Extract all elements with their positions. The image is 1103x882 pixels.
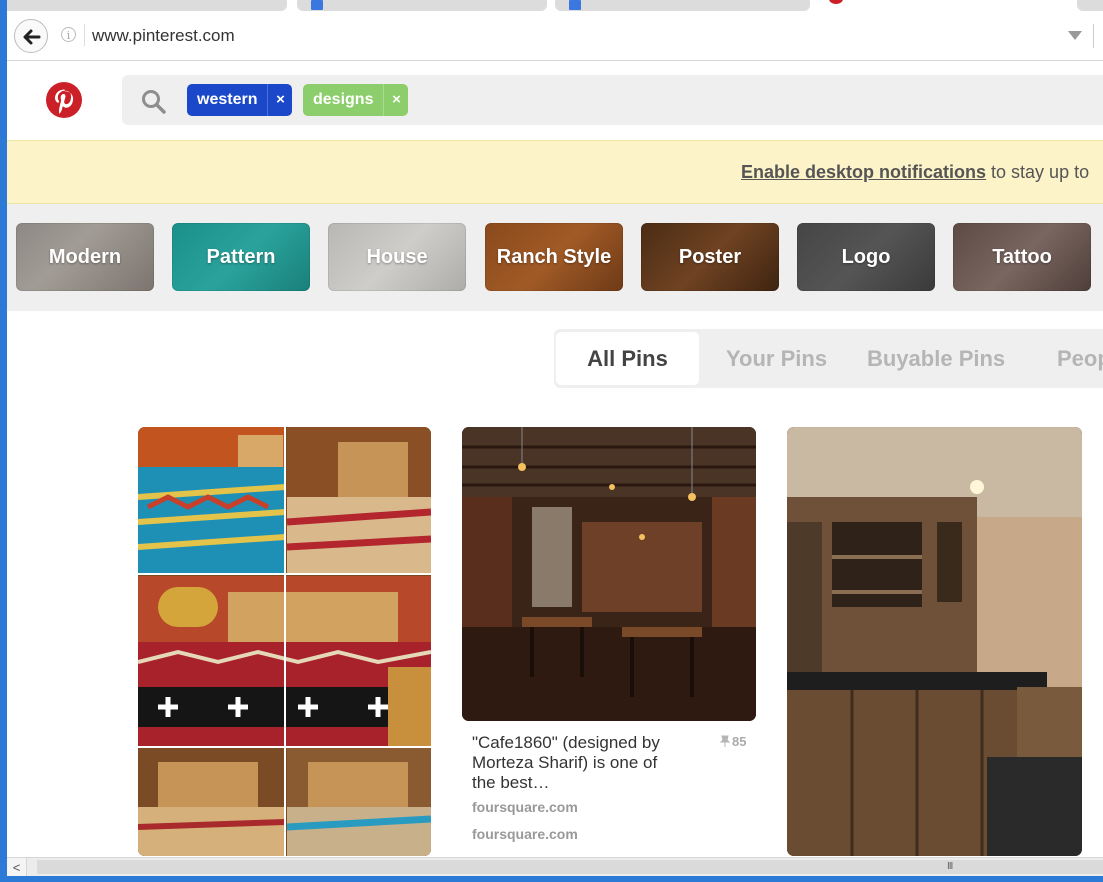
- pinterest-header: western × designs ×: [7, 61, 1103, 140]
- chip-label: western: [197, 91, 258, 108]
- tab-all-pins[interactable]: All Pins: [556, 332, 699, 385]
- pin-description[interactable]: "Cafe1860" (designed by Morteza Sharif) …: [472, 733, 662, 793]
- divider: [84, 24, 85, 46]
- info-icon[interactable]: i: [61, 27, 76, 42]
- divider: [1093, 24, 1094, 48]
- guide-pattern[interactable]: Pattern: [172, 223, 310, 291]
- remove-chip-icon[interactable]: ×: [383, 84, 408, 116]
- notification-text: Enable desktop notifications to stay up …: [741, 162, 1089, 183]
- window-frame-bottom: [0, 876, 1103, 882]
- browser-tab[interactable]: [555, 0, 810, 11]
- search-bar[interactable]: western × designs ×: [122, 75, 1103, 125]
- browser-tab-strip: [7, 0, 1103, 12]
- tab-people[interactable]: Peop: [1057, 329, 1103, 388]
- chip-label: designs: [313, 91, 374, 108]
- pin-source-link[interactable]: foursquare.com: [472, 826, 578, 842]
- url-dropdown-icon[interactable]: [1068, 31, 1082, 40]
- pin-image-bedroom-collage[interactable]: [138, 427, 431, 856]
- browser-tab[interactable]: [1077, 0, 1103, 11]
- browser-tab[interactable]: [297, 0, 547, 11]
- pin-filter-tabs: All Pins Your Pins Buyable Pins Peop: [554, 329, 1103, 388]
- search-chip-western[interactable]: western ×: [187, 84, 293, 116]
- browser-tab[interactable]: [7, 0, 287, 11]
- guided-search-bar: Modern Pattern House Ranch Style Poster …: [7, 204, 1103, 311]
- window-frame-left: [0, 0, 7, 882]
- scroll-left-arrow-icon[interactable]: <: [7, 858, 27, 877]
- address-bar: i www.pinterest.com: [7, 12, 1103, 61]
- remove-chip-icon[interactable]: ×: [267, 84, 292, 116]
- back-button[interactable]: [14, 19, 48, 53]
- pin-icon: [719, 735, 731, 747]
- pin-source-link[interactable]: foursquare.com: [472, 799, 578, 815]
- save-count-value: 85: [732, 734, 747, 749]
- notification-rest: to stay up to: [986, 162, 1090, 182]
- tab-your-pins[interactable]: Your Pins: [726, 329, 827, 388]
- notification-banner: Enable desktop notifications to stay up …: [7, 140, 1103, 204]
- scrollbar-grip-icon: III: [947, 861, 953, 872]
- enable-notifications-link[interactable]: Enable desktop notifications: [741, 162, 986, 182]
- guide-modern[interactable]: Modern: [16, 223, 154, 291]
- tab-buyable-pins[interactable]: Buyable Pins: [867, 329, 1005, 388]
- url-field[interactable]: www.pinterest.com: [92, 26, 235, 46]
- scrollbar-thumb[interactable]: III: [37, 860, 1103, 874]
- guide-logo[interactable]: Logo: [797, 223, 935, 291]
- guide-poster[interactable]: Poster: [641, 223, 779, 291]
- pin-save-count: 85: [719, 734, 747, 749]
- pinterest-tab-favicon[interactable]: [829, 0, 843, 4]
- search-chip-designs[interactable]: designs ×: [303, 84, 409, 116]
- search-icon: [142, 90, 166, 114]
- horizontal-scrollbar[interactable]: < III: [7, 857, 1103, 877]
- guide-tattoo[interactable]: Tattoo: [953, 223, 1091, 291]
- guide-ranch-style[interactable]: Ranch Style: [485, 223, 623, 291]
- back-arrow-icon: [23, 29, 41, 45]
- pin-image-cafe-interior[interactable]: [462, 427, 756, 721]
- guide-house[interactable]: House: [328, 223, 466, 291]
- pinterest-logo-icon[interactable]: [46, 82, 82, 118]
- pin-image-rustic-kitchen[interactable]: [787, 427, 1082, 856]
